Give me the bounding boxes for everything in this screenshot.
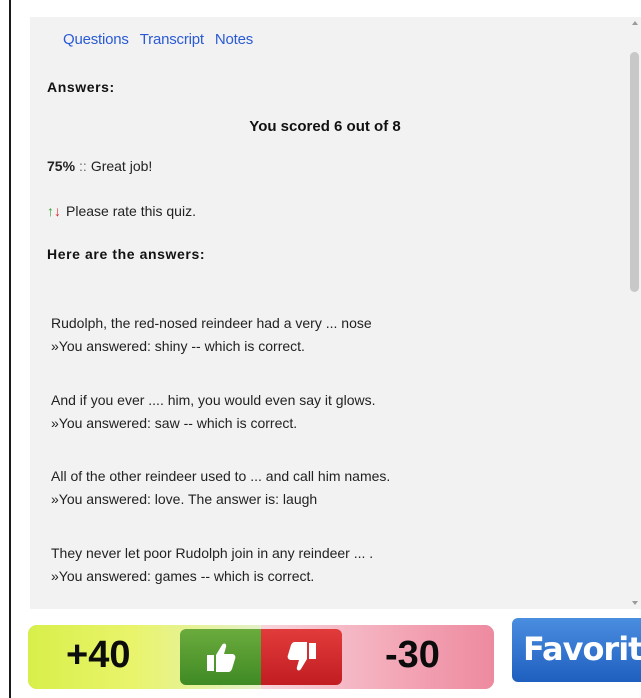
percent-message: Great job!	[90, 158, 153, 174]
tab-notes[interactable]: Notes	[215, 31, 253, 48]
favorite-button[interactable]: Favorite	[512, 618, 641, 682]
rate-quiz-link[interactable]: Please rate this quiz.	[66, 203, 196, 219]
answers-heading: Answers:	[47, 79, 115, 95]
positive-vote-count: +40	[66, 634, 131, 676]
answer-item: They never let poor Rudolph join in any …	[51, 542, 373, 588]
answer-item: All of the other reindeer used to ... an…	[51, 465, 390, 511]
thumbs-up-icon	[206, 643, 235, 672]
answer-question: They never let poor Rudolph join in any …	[51, 545, 374, 561]
answer-response: »You answered: games -- which is correct…	[51, 568, 315, 584]
answer-item: Rudolph, the red-nosed reindeer had a ve…	[51, 312, 372, 358]
answer-response: »You answered: love. The answer is: laug…	[51, 491, 318, 507]
quiz-results-panel: Questions Transcript Notes Answers: You …	[30, 17, 641, 609]
answer-question: Rudolph, the red-nosed reindeer had a ve…	[51, 315, 372, 331]
arrow-up-icon[interactable]: ↑	[47, 203, 54, 219]
score-text: You scored 6 out of 8	[249, 118, 401, 135]
results-scrollbar[interactable]	[628, 17, 641, 609]
tab-transcript[interactable]: Transcript	[140, 31, 204, 48]
thumbs-down-icon	[287, 642, 316, 671]
answer-response: »You answered: shiny -- which is correct…	[51, 338, 305, 354]
page-frame: Questions Transcript Notes Answers: You …	[0, 0, 641, 698]
answer-response: »You answered: saw -- which is correct.	[51, 415, 298, 431]
thumbs-down-button[interactable]	[261, 629, 342, 685]
quiz-tabs: Questions Transcript Notes	[63, 31, 264, 48]
scroll-up-icon[interactable]	[632, 21, 638, 25]
favorite-label: Favorite	[523, 630, 641, 668]
results-content: Questions Transcript Notes Answers: You …	[30, 17, 628, 609]
tab-questions[interactable]: Questions	[63, 31, 129, 48]
rate-quiz-line: ↑ ↓ Please rate this quiz.	[47, 203, 196, 219]
percent-value: 75%	[47, 158, 76, 174]
percent-line: 75%:: Great job!	[47, 158, 152, 174]
answer-question: All of the other reindeer used to ... an…	[51, 468, 391, 484]
answer-item: And if you ever .... him, you would even…	[51, 389, 376, 435]
percent-separator: ::	[79, 158, 87, 174]
here-are-answers-heading: Here are the answers:	[47, 246, 206, 262]
left-border-line	[9, 0, 11, 698]
scrollbar-thumb[interactable]	[630, 52, 639, 292]
scroll-down-icon[interactable]	[632, 601, 638, 605]
rating-bar: +40 -30	[28, 625, 494, 689]
arrow-down-icon[interactable]: ↓	[54, 203, 61, 219]
rate-arrows-icon[interactable]: ↑ ↓	[47, 203, 61, 219]
answer-question: And if you ever .... him, you would even…	[51, 392, 376, 408]
negative-vote-count: -30	[385, 634, 440, 676]
thumbs-up-button[interactable]	[180, 629, 261, 685]
